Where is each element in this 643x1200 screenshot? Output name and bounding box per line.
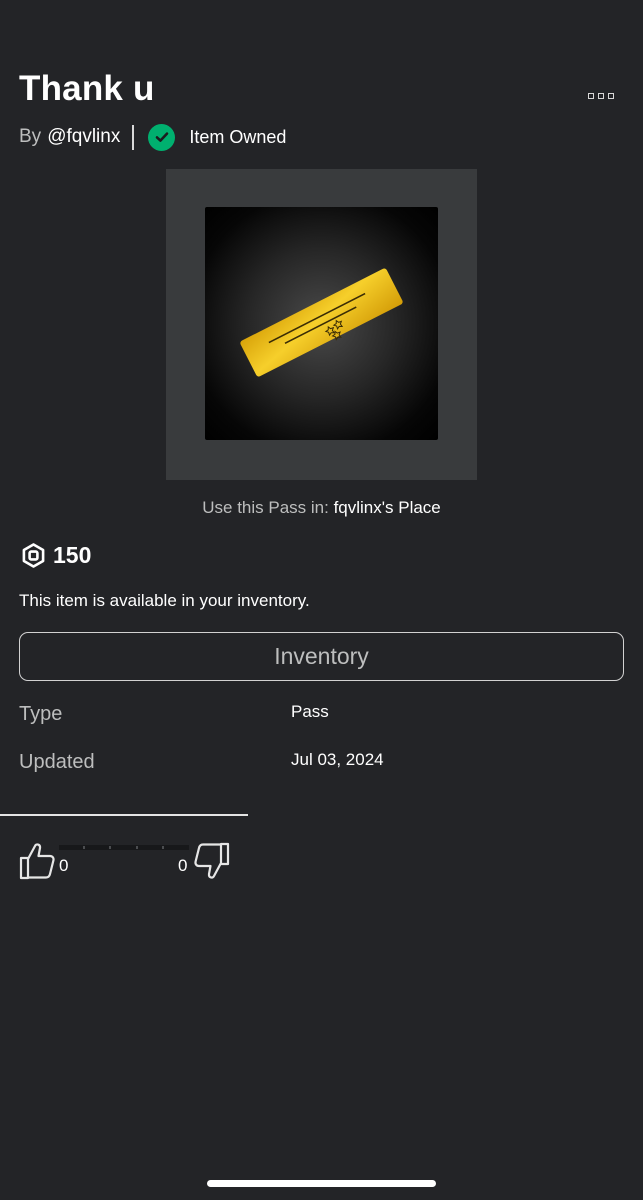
downvote-count: 0 [178,856,188,875]
inventory-button[interactable]: Inventory [19,632,624,681]
detail-label-type: Type [19,703,63,725]
detail-value-type: Pass [291,702,329,721]
section-divider [0,814,248,816]
more-dot-icon [608,93,614,99]
place-link[interactable]: fqvlinx's Place [334,498,441,517]
thumbs-down-icon[interactable] [192,842,230,880]
by-prefix: By [19,126,42,147]
more-dot-icon [588,93,594,99]
price-row: 150 [21,540,91,570]
availability-text: This item is available in your inventory… [19,591,310,610]
more-dot-icon [598,93,604,99]
more-options-button[interactable] [584,87,618,105]
owned-status: Item Owned [189,126,287,147]
detail-label-updated: Updated [19,751,95,773]
creator-link[interactable]: @fqvlinx [47,126,120,148]
vote-ratio-bar [59,845,189,850]
byline-divider [132,124,135,150]
item-thumbnail [205,207,438,440]
use-pass-line: Use this Pass in: fqvlinx's Place [0,496,643,520]
thumbs-up-icon[interactable] [19,842,55,880]
checkmark-icon [148,123,176,151]
robux-icon [22,542,45,568]
upvote-count: 0 [59,856,69,875]
detail-value-updated: Jul 03, 2024 [291,750,384,769]
item-thumbnail-frame [166,169,477,480]
price-value: 150 [53,541,92,568]
item-title: Thank u [19,69,155,108]
pass-ticket-icon [240,268,403,377]
use-pass-label: Use this Pass in: [202,498,329,517]
creator-byline: By @fqvlinx Item Owned [19,122,286,152]
home-indicator[interactable] [207,1180,436,1187]
